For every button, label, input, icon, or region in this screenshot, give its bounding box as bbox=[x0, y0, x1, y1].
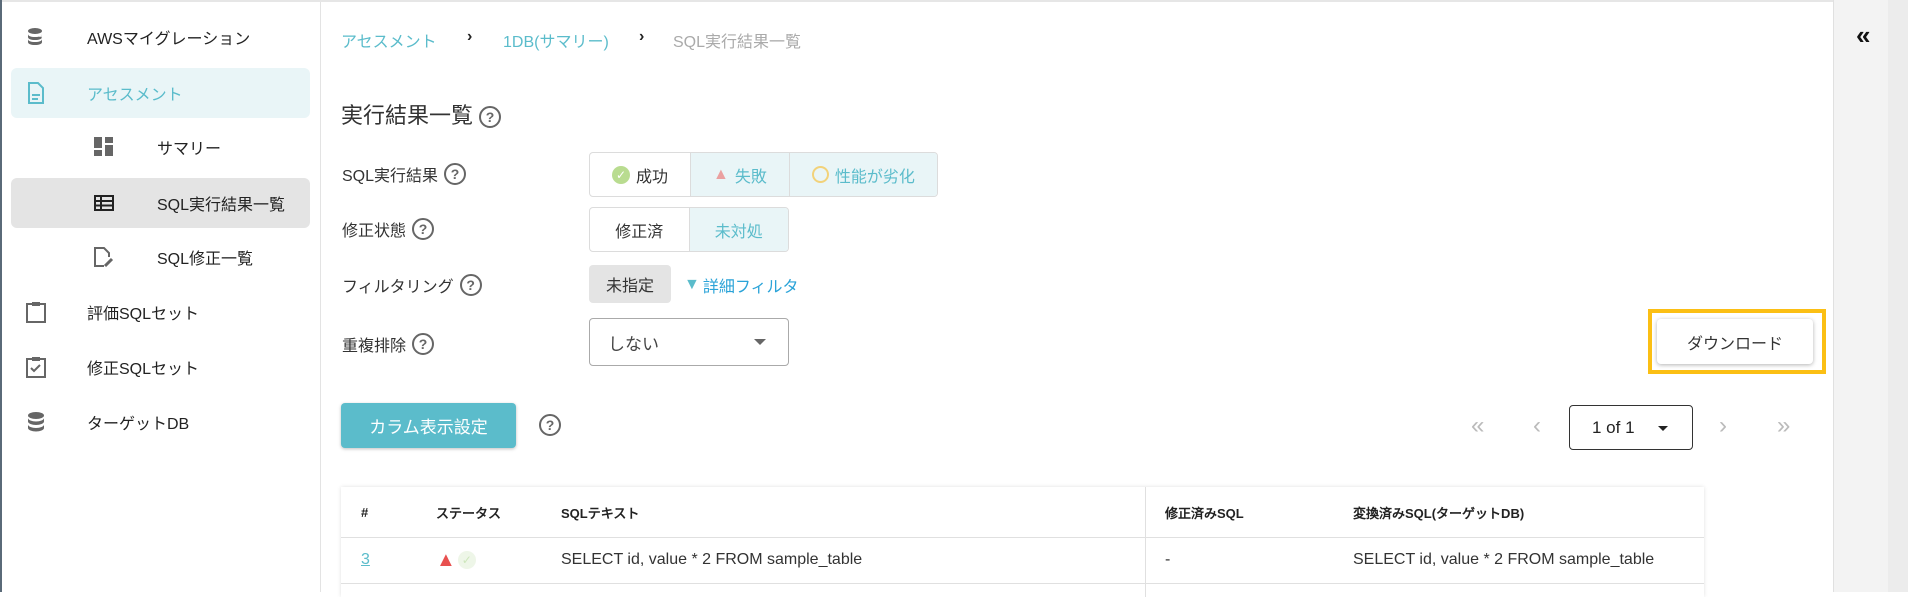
highlight-box: ダウンロード bbox=[1648, 309, 1826, 374]
edit-document-icon bbox=[93, 246, 115, 268]
sidebar-item-sql-fixes[interactable]: SQL修正一覧 bbox=[11, 232, 310, 282]
chevron-right-icon: › bbox=[467, 28, 473, 45]
sql-result-toggle-group: ✓ 成功 ▲ 失敗 性能が劣化 bbox=[589, 152, 938, 197]
last-page-button[interactable]: » bbox=[1777, 412, 1790, 440]
sidebar-item-assessment[interactable]: アセスメント bbox=[11, 68, 310, 118]
sidebar-item-sql-results[interactable]: SQL実行結果一覧 bbox=[11, 178, 310, 228]
prev-page-button[interactable]: ‹ bbox=[1533, 412, 1541, 440]
help-icon[interactable]: ? bbox=[412, 218, 435, 240]
column-header[interactable]: SQLテキスト bbox=[561, 487, 639, 537]
sidebar-item-fixed-sql-set[interactable]: 修正SQLセット bbox=[11, 342, 310, 392]
option-label: 失敗 bbox=[734, 168, 767, 186]
column-settings-button[interactable]: カラム表示設定 bbox=[341, 403, 516, 448]
sidebar-item-target-db[interactable]: ターゲットDB bbox=[11, 397, 310, 447]
next-page-button[interactable]: › bbox=[1719, 412, 1727, 440]
page-title-text: 実行結果一覧 bbox=[341, 103, 474, 128]
sidebar-item-label: 修正SQLセット bbox=[87, 361, 200, 378]
page-value: 1 of 1 bbox=[1592, 417, 1635, 437]
main-content: アセスメント › 1DB(サマリー) › SQL実行結果一覧 実行結果一覧? S… bbox=[321, 2, 1833, 597]
help-icon[interactable]: ? bbox=[479, 106, 502, 129]
toggle-degraded[interactable]: 性能が劣化 bbox=[788, 153, 937, 196]
panel-strip bbox=[1888, 0, 1908, 592]
filter-unset-chip[interactable]: 未指定 bbox=[589, 265, 671, 303]
filter-icon: ▼ bbox=[684, 276, 700, 293]
option-label: 成功 bbox=[636, 168, 669, 186]
clipboard-check-icon bbox=[25, 356, 47, 378]
sidebar-item-aws-migration[interactable]: AWSマイグレーション bbox=[11, 12, 310, 62]
help-icon[interactable]: ? bbox=[459, 274, 482, 296]
toggle-success[interactable]: ✓ 成功 bbox=[590, 153, 690, 196]
download-button[interactable]: ダウンロード bbox=[1657, 319, 1813, 364]
status-cell: ▲ ✓ bbox=[436, 537, 476, 583]
dashboard-icon bbox=[93, 136, 115, 158]
filtering-label: フィルタリング? bbox=[342, 273, 482, 297]
sidebar-item-label: アセスメント bbox=[87, 87, 183, 104]
dedup-label: 重複排除? bbox=[342, 332, 435, 356]
column-header[interactable]: # bbox=[361, 487, 368, 537]
results-table: # ステータス SQLテキスト 修正済みSQL 変換済みSQL(ターゲットDB)… bbox=[341, 487, 1704, 597]
help-icon[interactable]: ? bbox=[412, 333, 435, 355]
toggle-unhandled[interactable]: 未対処 bbox=[688, 208, 788, 251]
check-circle-icon: ✓ bbox=[457, 551, 476, 569]
label-text: SQL実行結果 bbox=[342, 168, 439, 185]
help-icon[interactable]: ? bbox=[444, 163, 467, 185]
converted-sql-cell: SELECT id, value * 2 FROM sample_table bbox=[1353, 551, 1655, 568]
toggle-fixed[interactable]: 修正済 bbox=[590, 208, 689, 251]
help-icon[interactable]: ? bbox=[539, 414, 561, 436]
sql-result-label: SQL実行結果? bbox=[342, 162, 467, 186]
sql-text-cell: SELECT id, value * 2 FROM sample_table bbox=[561, 551, 863, 568]
collapse-panel-icon[interactable]: « bbox=[1856, 20, 1870, 51]
document-icon bbox=[25, 82, 47, 104]
column-header[interactable]: 変換済みSQL(ターゲットDB) bbox=[1353, 487, 1524, 537]
option-label: 性能が劣化 bbox=[834, 168, 915, 186]
caret-down-icon bbox=[1658, 426, 1668, 431]
page-title: 実行結果一覧? bbox=[341, 98, 502, 130]
caret-down-icon bbox=[754, 339, 766, 345]
breadcrumb-current: SQL実行結果一覧 bbox=[673, 34, 802, 51]
sidebar-item-label: サマリー bbox=[157, 141, 222, 158]
page-select[interactable]: 1 of 1 bbox=[1569, 405, 1693, 450]
toggle-failure[interactable]: ▲ 失敗 bbox=[690, 153, 789, 196]
column-header[interactable]: ステータス bbox=[436, 487, 501, 537]
sidebar-item-label: SQL修正一覧 bbox=[157, 251, 254, 268]
select-value: しない bbox=[608, 334, 659, 354]
column-header[interactable]: 修正済みSQL bbox=[1165, 487, 1244, 537]
gauge-icon bbox=[811, 166, 829, 183]
dedup-select[interactable]: しない bbox=[589, 318, 789, 366]
sidebar-item-label: SQL実行結果一覧 bbox=[157, 197, 286, 214]
detail-filter-link[interactable]: ▼ 詳細フィルタ bbox=[684, 273, 799, 297]
sidebar-item-label: 評価SQLセット bbox=[87, 306, 200, 323]
divider bbox=[341, 583, 1704, 584]
check-circle-icon: ✓ bbox=[612, 165, 630, 184]
clipboard-icon bbox=[25, 301, 47, 323]
sidebar-item-label: AWSマイグレーション bbox=[87, 31, 251, 48]
database-icon bbox=[25, 411, 47, 433]
breadcrumb-assessment[interactable]: アセスメント bbox=[341, 28, 437, 52]
chevron-right-icon: › bbox=[639, 28, 645, 45]
sidebar-item-label: ターゲットDB bbox=[87, 416, 190, 433]
sidebar: AWSマイグレーション アセスメント サマリー SQL実行結果一覧 SQL修正一… bbox=[0, 2, 321, 592]
fix-status-label: 修正状態? bbox=[342, 217, 435, 241]
right-panel: « bbox=[1833, 0, 1908, 592]
fixed-sql-cell: - bbox=[1165, 551, 1171, 568]
fix-status-toggle-group: 修正済 未対処 bbox=[589, 207, 789, 252]
row-id-link[interactable]: 3 bbox=[361, 537, 370, 583]
first-page-button[interactable]: « bbox=[1471, 412, 1484, 440]
warning-icon: ▲ bbox=[436, 548, 456, 571]
table-list-icon bbox=[93, 192, 115, 214]
label-text: 重複排除 bbox=[342, 338, 407, 355]
sidebar-item-eval-sql-set[interactable]: 評価SQLセット bbox=[11, 287, 310, 337]
link-text: 詳細フィルタ bbox=[702, 279, 799, 296]
breadcrumb-summary[interactable]: 1DB(サマリー) bbox=[503, 28, 609, 52]
divider bbox=[1145, 487, 1146, 597]
window-edge bbox=[0, 0, 2, 592]
warning-icon: ▲ bbox=[713, 165, 729, 183]
label-text: 修正状態 bbox=[342, 223, 407, 240]
label-text: フィルタリング bbox=[342, 279, 454, 296]
database-migrate-icon bbox=[25, 26, 47, 48]
sidebar-item-summary[interactable]: サマリー bbox=[11, 122, 310, 172]
